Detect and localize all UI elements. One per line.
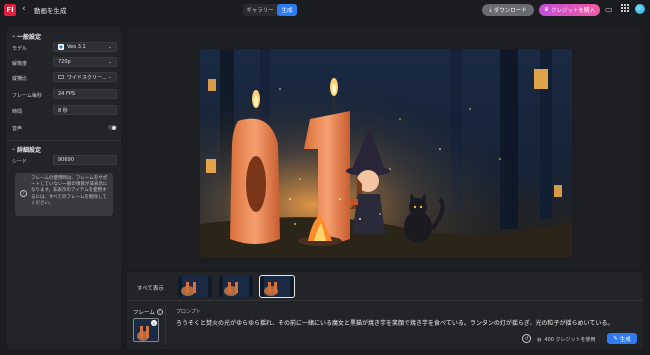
history-thumbnail-selected[interactable] [259,275,295,298]
tab-generate[interactable]: 生成 [277,4,297,16]
avatar[interactable] [635,4,645,14]
show-all-button[interactable]: すべて表示 [137,284,164,292]
prompt-input[interactable]: ろうそくと焚火の光がゆらゆら揺れ、その前に一緒にいる魔女と黒猫が焼き芋を笑顔で焼… [176,318,616,327]
aspect-ratio-icon [58,75,64,79]
frame-label: フレーム i [133,308,163,316]
duration-value: 8 秒 [58,107,68,114]
app-logo[interactable]: Fl [4,4,16,16]
seed-input[interactable]: 90690 [53,155,117,165]
frame-thumbnail[interactable]: × [133,318,159,342]
history-thumbnail[interactable] [178,276,212,297]
resolution-select[interactable]: 720p ⌄ [53,57,117,67]
seed-label: シード [12,159,28,165]
seed-value: 90690 [58,157,74,163]
aspect-ratio-select[interactable]: ワイドスクリー... ⌄ [53,72,117,82]
crown-icon: ♛ [544,7,549,13]
chevron-down-icon[interactable]: ⌄ [11,145,16,152]
apps-grid-icon[interactable] [621,4,629,12]
duration-field[interactable]: 8 秒 [53,105,117,115]
history-thumbnail[interactable] [219,276,253,297]
resolution-label: 解像度 [12,61,28,67]
download-icon: ⤓ [489,6,492,13]
buy-credits-label: クレジットを購入 [550,8,595,14]
model-logo-icon [58,44,64,50]
frame-label-text: フレーム [133,310,155,316]
forest-scene-illustration [200,49,572,257]
chevron-down-icon[interactable]: ⌄ [11,32,16,39]
credit-icon: ◍ [537,336,542,343]
credit-cost: ◍ 400 クレジットを使用 [537,336,596,344]
divider [127,300,643,301]
top-bar: Fl ‹ 動画を生成 ギャラリー 生成 ⤓ ダウンロード ♛ クレジットを購入 … [0,0,650,20]
tab-gallery[interactable]: ギャラリー [243,4,277,16]
chat-icon[interactable]: ▭ [605,5,613,14]
sparkle-icon: ✎ [613,335,618,342]
fps-label: フレーム毎秒 [12,93,42,99]
prompt-label: プロンプト [176,309,201,315]
chevron-down-icon: ⌄ [107,44,112,50]
history-icon[interactable]: ↺ [522,334,531,343]
fps-field[interactable]: 24 FPS [53,89,117,99]
audio-label: 音声 [12,126,23,132]
back-arrow-icon[interactable]: ‹ [22,4,26,14]
aspect-ratio-value: ワイドスクリー... [67,74,107,81]
credit-text: 400 クレジットを使用 [544,337,596,343]
info-icon: ! [20,190,27,197]
page-title: 動画を生成 [34,7,67,15]
buy-credits-button[interactable]: ♛ クレジットを購入 [539,4,600,16]
info-notice: ! フレームの使用時は、フレームをサポートしていない一部の項目が非表示になります… [15,173,113,216]
chevron-down-icon: ⌄ [107,59,112,65]
general-settings-heading[interactable]: 一般設定 [17,32,41,41]
info-icon[interactable]: i [156,309,163,315]
divider [165,305,166,345]
advanced-settings-heading[interactable]: 詳細設定 [17,145,41,154]
info-text: フレームの使用時は、フレームをサポートしていない一部の項目が非表示になります。非… [31,176,108,206]
download-label: ダウンロード [493,8,527,14]
download-button[interactable]: ⤓ ダウンロード [482,4,534,16]
duration-label: 時間 [12,109,23,115]
generate-label: 生成 [619,336,631,343]
section-divider [7,140,121,141]
audio-toggle[interactable] [108,125,117,130]
fps-value: 24 FPS [58,91,76,97]
model-select[interactable]: Veo 3.1 ⌄ [53,42,117,52]
model-value: Veo 3.1 [67,44,86,50]
remove-frame-icon[interactable]: × [151,320,157,326]
chevron-down-icon: ⌄ [107,74,112,80]
generated-image[interactable] [200,49,572,257]
aspect-ratio-label: 縦横比 [12,76,28,82]
resolution-value: 720p [58,59,71,65]
settings-sidebar: ⌄ 一般設定 モデル Veo 3.1 ⌄ 解像度 720p ⌄ 縦横比 ワイドス… [7,27,121,349]
mode-tabs: ギャラリー 生成 [243,4,297,16]
model-label: モデル [12,46,28,52]
generate-button[interactable]: ✎ 生成 [607,333,637,344]
prompt-panel: すべて表示 フレーム i × プロンプト ろうそくと焚火の光がゆらゆら揺れ、その… [127,272,643,349]
preview-panel [127,27,643,269]
